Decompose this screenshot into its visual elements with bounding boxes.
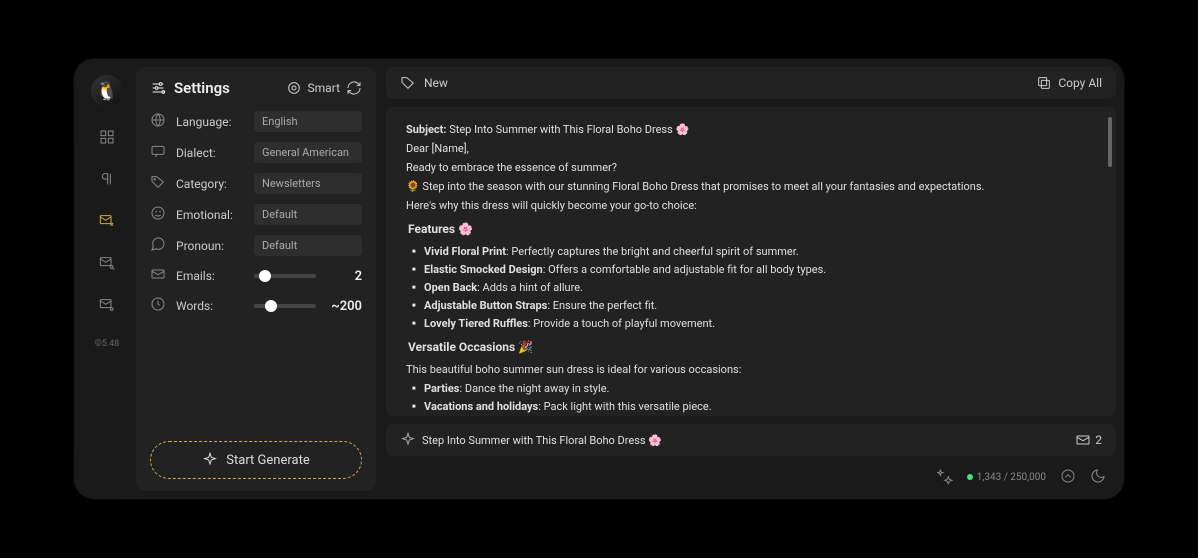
list-item: Elastic Smocked Design: Offers a comfort… — [412, 261, 1096, 278]
list-item: Adjustable Button Straps: Ensure the per… — [412, 297, 1096, 314]
words-slider[interactable] — [254, 304, 316, 308]
result-subject-text: Step Into Summer with This Floral Boho D… — [422, 434, 662, 447]
list-item: Open Back: Adds a hint of allure. — [412, 279, 1096, 296]
features-heading: Features 🌸 — [408, 220, 1096, 239]
mail-settings-icon[interactable] — [95, 293, 119, 317]
intro-1: Ready to embrace the essence of summer? — [406, 159, 1096, 176]
globe-icon — [150, 112, 168, 132]
settings-title: Settings — [150, 79, 230, 97]
mail-search-icon[interactable] — [95, 251, 119, 275]
words-row: Words: ~200 — [150, 296, 362, 316]
occasions-list: Parties: Dance the night away in style.V… — [406, 380, 1096, 416]
scrollbar[interactable] — [1108, 117, 1112, 167]
copy-all-button[interactable]: Copy All — [1036, 75, 1102, 91]
clock-icon — [150, 296, 168, 316]
pronoun-row: Pronoun: Default — [150, 235, 362, 256]
moon-icon[interactable] — [1090, 468, 1106, 487]
result-subject-bar: Step Into Summer with This Floral Boho D… — [386, 424, 1116, 456]
copy-icon — [1036, 75, 1052, 91]
greeting: Dear [Name], — [406, 140, 1096, 157]
dashboard-icon[interactable] — [95, 125, 119, 149]
smart-toggle[interactable]: Smart — [286, 80, 362, 96]
footer-bar: 1,343 / 250,000 — [386, 464, 1116, 491]
occasions-heading: Versatile Occasions 🎉 — [408, 338, 1096, 357]
mail-count-value: 2 — [1095, 433, 1102, 447]
sparkle-icon — [202, 452, 218, 468]
category-select[interactable]: Newsletters — [254, 173, 362, 194]
language-select[interactable]: English — [254, 111, 362, 132]
sparkles-icon[interactable] — [937, 468, 953, 487]
emotional-select[interactable]: Default — [254, 204, 362, 225]
category-label: Category: — [176, 177, 246, 191]
pronoun-select[interactable]: Default — [254, 235, 362, 256]
mail-icon — [1075, 432, 1091, 448]
intro-3: Here's why this dress will quickly becom… — [406, 197, 1096, 214]
settings-panel: Settings Smart Language: English Dialect… — [136, 67, 376, 491]
main-area: New Copy All Subject: Step Into Summer w… — [386, 67, 1116, 491]
face-icon — [150, 205, 168, 225]
mail-count-badge[interactable]: 2 — [1075, 432, 1102, 448]
emails-slider[interactable] — [254, 274, 316, 278]
left-nav-rail: 🐧 ©5.48 — [82, 67, 132, 491]
main-header: New Copy All — [386, 67, 1116, 99]
list-item: Vacations and holidays: Pack light with … — [412, 398, 1096, 415]
email-content[interactable]: Subject: Step Into Summer with This Flor… — [386, 107, 1116, 416]
ai-icon — [400, 432, 416, 448]
intro-2: 🌻 Step into the season with our stunning… — [406, 178, 1096, 195]
list-item: Vivid Floral Print: Perfectly captures t… — [412, 243, 1096, 260]
settings-title-text: Settings — [174, 79, 230, 97]
occasions-intro: This beautiful boho summer sun dress is … — [406, 361, 1096, 378]
mail-out-icon — [150, 266, 168, 286]
char-counter: 1,343 / 250,000 — [967, 472, 1046, 483]
words-value: ~200 — [324, 299, 362, 314]
compose-mail-icon[interactable] — [95, 209, 119, 233]
subject-line: Subject: Step Into Summer with This Flor… — [406, 121, 1096, 138]
new-button[interactable]: New — [400, 75, 448, 91]
paragraph-icon[interactable] — [95, 167, 119, 191]
app-window: 🐧 ©5.48 Settings Smart — [74, 59, 1124, 499]
dialect-label: Dialect: — [176, 146, 246, 160]
avatar[interactable]: 🐧 — [91, 75, 123, 107]
category-row: Category: Newsletters — [150, 173, 362, 194]
speech-icon — [150, 236, 168, 256]
generate-label: Start Generate — [226, 453, 309, 468]
tag-icon — [150, 174, 168, 194]
emotional-label: Emotional: — [176, 208, 246, 222]
start-generate-button[interactable]: Start Generate — [150, 441, 362, 479]
dialect-row: Dialect: General American — [150, 142, 362, 163]
new-label: New — [424, 76, 448, 90]
words-label: Words: — [176, 299, 246, 313]
chat-icon — [150, 143, 168, 163]
list-item: Parties: Dance the night away in style. — [412, 380, 1096, 397]
emails-label: Emails: — [176, 269, 246, 283]
sliders-icon — [150, 80, 166, 96]
language-row: Language: English — [150, 111, 362, 132]
language-label: Language: — [176, 115, 246, 129]
smart-label: Smart — [308, 81, 340, 95]
emails-value: 2 — [324, 269, 362, 284]
refresh-icon — [346, 80, 362, 96]
target-icon — [286, 80, 302, 96]
emotional-row: Emotional: Default — [150, 204, 362, 225]
expand-icon[interactable] — [1060, 468, 1076, 487]
tag-plus-icon — [400, 75, 416, 91]
copy-all-label: Copy All — [1058, 76, 1102, 90]
list-item: Lovely Tiered Ruffles: Provide a touch o… — [412, 315, 1096, 332]
version-label: ©5.48 — [95, 339, 120, 349]
features-list: Vivid Floral Print: Perfectly captures t… — [406, 243, 1096, 332]
dialect-select[interactable]: General American — [254, 142, 362, 163]
emails-row: Emails: 2 — [150, 266, 362, 286]
pronoun-label: Pronoun: — [176, 239, 246, 253]
